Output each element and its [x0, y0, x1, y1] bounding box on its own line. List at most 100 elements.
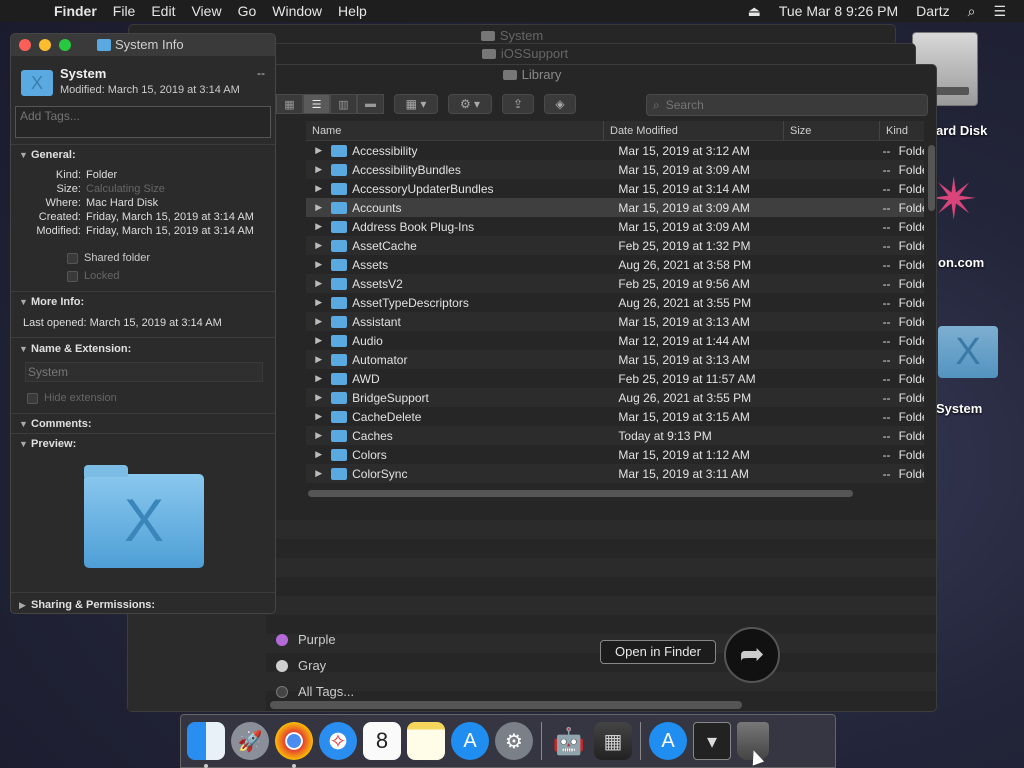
name-extension-section-toggle[interactable]: ▼ Name & Extension:	[19, 343, 131, 355]
disclosure-right-icon[interactable]: ▶	[306, 240, 331, 251]
close-icon[interactable]	[19, 39, 31, 51]
sidebar-tag-purple[interactable]: Purple	[276, 632, 336, 647]
disclosure-right-icon[interactable]: ▶	[306, 259, 331, 270]
calendar-dock-icon[interactable]: 8	[363, 722, 401, 760]
menu-file[interactable]: File	[113, 3, 136, 19]
sharing-permissions-section-toggle[interactable]: ▶ Sharing & Permissions:	[19, 599, 155, 611]
bottom-scrollbar[interactable]	[270, 701, 742, 709]
sidebar-tag-gray[interactable]: Gray	[276, 658, 326, 673]
table-row[interactable]: ▶ Caches Today at 9:13 PM -- Folde	[306, 426, 924, 445]
table-row[interactable]: ▶ AssetsV2 Feb 25, 2019 at 9:56 AM -- Folde	[306, 274, 924, 293]
disclosure-right-icon[interactable]: ▶	[306, 468, 331, 479]
eject-icon[interactable]: ⏏	[748, 3, 761, 20]
table-row[interactable]: ▶ Automator Mar 15, 2019 at 3:13 AM -- Folde	[306, 350, 924, 369]
table-row[interactable]: ▶ BridgeSupport Aug 26, 2021 at 3:55 PM -- F…	[306, 388, 924, 407]
notification-center-icon[interactable]: ☰	[993, 3, 1006, 20]
disclosure-right-icon[interactable]: ▶	[306, 145, 331, 156]
table-row[interactable]: ▶ Address Book Plug-Ins Mar 15, 2019 at 3:…	[306, 217, 924, 236]
col-size[interactable]: Size	[784, 121, 880, 141]
menu-view[interactable]: View	[191, 3, 221, 19]
disclosure-right-icon[interactable]: ▶	[306, 297, 331, 308]
disclosure-right-icon[interactable]: ▶	[306, 430, 331, 441]
sidebar-all-tags[interactable]: All Tags...	[276, 684, 354, 699]
disclosure-right-icon[interactable]: ▶	[306, 221, 331, 232]
share-button[interactable]: ⇪	[502, 94, 534, 114]
launchpad-dock-icon[interactable]: 🚀	[231, 722, 269, 760]
gallery-view-button[interactable]: ▬	[357, 94, 384, 114]
table-row[interactable]: ▶ AssetTypeDescriptors Aug 26, 2021 at 3:5…	[306, 293, 924, 312]
search-input[interactable]	[665, 98, 866, 112]
name-field[interactable]: System	[25, 362, 263, 382]
tags-field[interactable]	[15, 106, 271, 138]
automator-dock-icon[interactable]: 🤖	[550, 722, 588, 760]
general-section-toggle[interactable]: ▼ General:	[19, 149, 76, 161]
star-app-icon[interactable]: ✴	[930, 165, 979, 235]
disclosure-right-icon[interactable]: ▶	[306, 183, 331, 194]
disclosure-right-icon[interactable]: ▶	[306, 202, 331, 213]
notes-dock-icon[interactable]	[407, 722, 445, 760]
disclosure-right-icon[interactable]: ▶	[306, 164, 331, 175]
table-row[interactable]: ▶ AccessoryUpdaterBundles Mar 15, 2019 at …	[306, 179, 924, 198]
tag-button[interactable]: ◈	[544, 94, 576, 114]
hide-extension-checkbox[interactable]: Hide extension	[27, 392, 117, 404]
col-kind[interactable]: Kind	[880, 121, 924, 141]
disclosure-right-icon[interactable]: ▶	[306, 373, 331, 384]
menu-go[interactable]: Go	[238, 3, 257, 19]
column-view-button[interactable]: ▥	[330, 94, 357, 114]
table-row[interactable]: ▶ Colors Mar 15, 2019 at 1:12 AM -- Folde	[306, 445, 924, 464]
disclosure-right-icon[interactable]: ▶	[306, 449, 331, 460]
disclosure-right-icon[interactable]: ▶	[306, 354, 331, 365]
share-arrow-icon[interactable]: ➦	[724, 627, 780, 683]
finder-dock-icon[interactable]	[187, 722, 225, 768]
downloads-stack-icon[interactable]: ▾	[693, 722, 731, 760]
group-button[interactable]: ▦ ▾	[394, 94, 438, 114]
hard-disk-label[interactable]: ard Disk	[936, 123, 987, 138]
menu-edit[interactable]: Edit	[151, 3, 175, 19]
table-row[interactable]: ▶ AWD Feb 25, 2019 at 11:57 AM -- Folde	[306, 369, 924, 388]
get-info-window[interactable]: System Info X System Modified: March 15,…	[10, 33, 276, 614]
table-row[interactable]: ▶ Assets Aug 26, 2021 at 3:58 PM -- Folde	[306, 255, 924, 274]
spotlight-icon[interactable]: ⌕	[968, 3, 976, 20]
menu-window[interactable]: Window	[272, 3, 322, 19]
system-folder-label[interactable]: System	[936, 401, 982, 416]
menu-clock[interactable]: Tue Mar 8 9:26 PM	[779, 3, 898, 19]
table-row[interactable]: ▶ AssetCache Feb 25, 2019 at 1:32 PM -- Fold…	[306, 236, 924, 255]
menu-help[interactable]: Help	[338, 3, 367, 19]
table-row[interactable]: ▶ ColorSync Mar 15, 2019 at 3:11 AM -- Folde	[306, 464, 924, 483]
system-preferences-dock-icon[interactable]: ⚙	[495, 722, 533, 760]
table-row[interactable]: ▶ Audio Mar 12, 2019 at 1:44 AM -- Folde	[306, 331, 924, 350]
disclosure-right-icon[interactable]: ▶	[306, 335, 331, 346]
system-folder-icon[interactable]: X	[938, 326, 998, 378]
disclosure-right-icon[interactable]: ▶	[306, 392, 331, 403]
zoom-icon[interactable]	[59, 39, 71, 51]
shared-folder-checkbox[interactable]: Shared folder	[67, 252, 150, 264]
locked-checkbox[interactable]: Locked	[67, 270, 119, 282]
site-label[interactable]: on.com	[938, 255, 984, 270]
open-in-finder-button[interactable]: Open in Finder	[600, 640, 716, 664]
calculator-dock-icon[interactable]: ▦	[594, 722, 632, 760]
comments-section-toggle[interactable]: ▼ Comments:	[19, 418, 92, 430]
menu-user[interactable]: Dartz	[916, 3, 949, 19]
action-gear-button[interactable]: ⚙ ▾	[448, 94, 492, 114]
table-row[interactable]: ▶ CacheDelete Mar 15, 2019 at 3:15 AM -- Fol…	[306, 407, 924, 426]
vertical-scrollbar[interactable]	[928, 145, 935, 211]
safari-dock-icon[interactable]: ✧	[319, 722, 357, 760]
disclosure-right-icon[interactable]: ▶	[306, 316, 331, 327]
table-row[interactable]: ▶ Assistant Mar 15, 2019 at 3:13 AM -- Folde	[306, 312, 924, 331]
disclosure-right-icon[interactable]: ▶	[306, 411, 331, 422]
chrome-dock-icon[interactable]	[275, 722, 313, 768]
app-store-download-dock-icon[interactable]: A	[649, 722, 687, 760]
icon-view-button[interactable]: ▦	[276, 94, 303, 114]
table-row[interactable]: ▶ AccessibilityBundles Mar 15, 2019 at 3:0…	[306, 160, 924, 179]
horizontal-scrollbar[interactable]	[308, 490, 853, 497]
col-date-modified[interactable]: Date Modified	[604, 121, 784, 141]
table-row[interactable]: ▶ Accounts Mar 15, 2019 at 3:09 AM -- Folde	[306, 198, 924, 217]
app-store-dock-icon[interactable]: A	[451, 722, 489, 760]
minimize-icon[interactable]	[39, 39, 51, 51]
search-field[interactable]: ⌕	[646, 94, 928, 116]
add-tags-input[interactable]	[16, 107, 256, 125]
menu-app-finder[interactable]: Finder	[54, 3, 97, 19]
table-row[interactable]: ▶ Accessibility Mar 15, 2019 at 3:12 AM -- F…	[306, 141, 924, 160]
more-info-section-toggle[interactable]: ▼ More Info:	[19, 296, 84, 308]
disclosure-right-icon[interactable]: ▶	[306, 278, 331, 289]
